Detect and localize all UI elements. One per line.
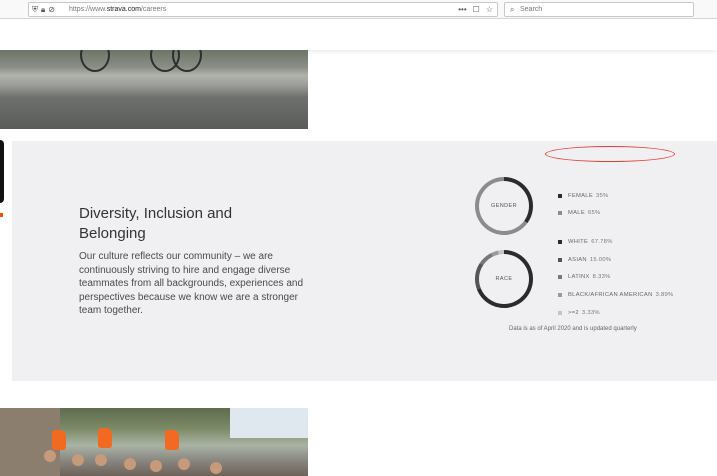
cyclists-photo [0, 50, 308, 129]
search-placeholder: Search [520, 6, 543, 13]
legend-value: 35% [596, 193, 609, 199]
legend-value: 8.33% [592, 274, 611, 280]
url-text[interactable]: https://www.strava.com/careers [69, 4, 166, 16]
legend-name: LATINX [568, 274, 590, 280]
bike-wheel [172, 50, 202, 72]
legend-item: BLACK/AFRICAN AMERICAN 3.89% [558, 290, 674, 300]
legend-swatch [558, 275, 562, 279]
shield-icon[interactable]: ⛨ [32, 4, 38, 16]
legend-swatch [558, 311, 562, 315]
gender-chart-label: GENDER [491, 203, 517, 209]
person [178, 458, 190, 470]
person [44, 450, 56, 462]
legend-item: LATINX 8.33% [558, 272, 611, 282]
legend-swatch [558, 194, 562, 198]
legend-swatch [558, 258, 562, 262]
race-donut-chart: RACE [475, 250, 533, 308]
legend-item: >=2 3.33% [558, 308, 600, 318]
bike-wheel [80, 50, 110, 72]
side-tab[interactable] [0, 140, 4, 203]
tracking-icon[interactable]: ⊘ [48, 4, 55, 16]
legend-item: ASIAN 15.00% [558, 255, 611, 265]
data-note: Data is as of April 2020 and is updated … [509, 326, 637, 332]
search-icon: ⌕ [510, 5, 515, 14]
url-path: /careers [140, 6, 167, 13]
legend-item: FEMALE 35% [558, 191, 609, 201]
site-header [0, 19, 717, 50]
pocket-icon[interactable]: ☐ [473, 4, 480, 16]
person [95, 454, 107, 466]
legend-swatch [558, 240, 562, 244]
legend-name: >=2 [568, 310, 579, 316]
legend-name: BLACK/AFRICAN AMERICAN [568, 292, 653, 298]
legend-item: WHITE 67.78% [558, 237, 613, 247]
person [124, 458, 136, 470]
gender-donut-chart: GENDER [475, 177, 533, 235]
bookmark-star-icon[interactable]: ☆ [486, 4, 493, 16]
highlight-annotation [545, 146, 675, 162]
url-actions: ••• ☐ ☆ [458, 4, 493, 16]
person [210, 462, 222, 474]
legend-value: 3.33% [581, 310, 600, 316]
legend-value: 3.89% [655, 292, 674, 298]
lock-icon[interactable]: 🔒︎ [41, 4, 45, 16]
foam-hand [98, 428, 112, 448]
legend-name: FEMALE [568, 193, 593, 199]
legend-value: 15.00% [589, 257, 612, 263]
person [150, 460, 162, 472]
url-host: strava.com [106, 6, 141, 13]
legend-value: 65% [588, 210, 601, 216]
url-prefix: https://www. [69, 6, 107, 13]
legend-swatch [558, 293, 562, 297]
side-accent [0, 213, 3, 217]
team-photo [0, 408, 308, 476]
browser-toolbar: ⛨ 🔒︎ ⊘ https://www.strava.com/careers ••… [0, 0, 717, 19]
building [0, 408, 60, 476]
legend-swatch [558, 211, 562, 215]
legend-name: WHITE [568, 239, 589, 245]
legend-value: 67.78% [591, 239, 613, 245]
more-icon[interactable]: ••• [458, 4, 466, 16]
foam-hand [52, 430, 66, 450]
legend-name: MALE [568, 210, 585, 216]
url-status-icons: ⛨ 🔒︎ ⊘ [32, 4, 55, 16]
section-heading: Diversity, Inclusion and Belonging [79, 205, 233, 242]
url-bar[interactable]: ⛨ 🔒︎ ⊘ https://www.strava.com/careers ••… [28, 2, 498, 17]
foam-hand [165, 430, 179, 450]
search-input[interactable]: ⌕ Search [504, 2, 694, 17]
person [72, 454, 84, 466]
sky [230, 408, 308, 438]
legend-item: MALE 65% [558, 208, 601, 218]
legend-name: ASIAN [568, 257, 587, 263]
section-body: Our culture reflects our community – we … [79, 251, 304, 317]
race-chart-label: RACE [495, 276, 513, 282]
